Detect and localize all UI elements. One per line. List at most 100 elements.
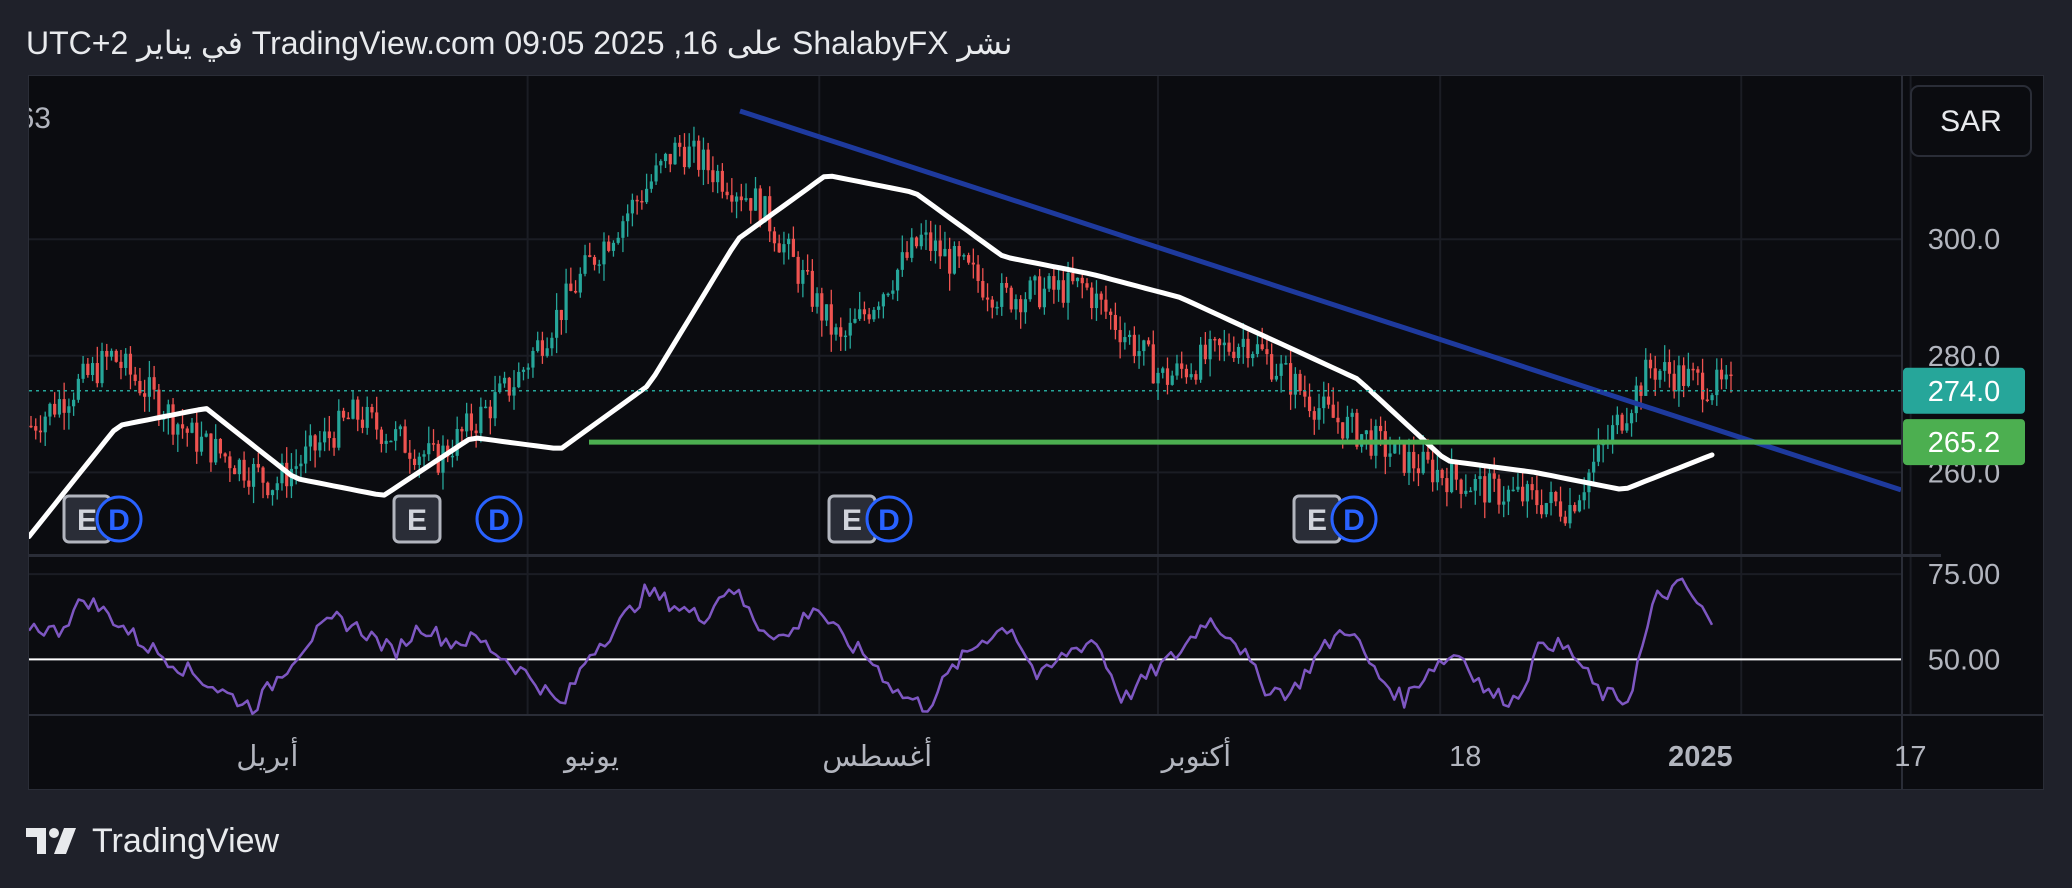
candle-body: [450, 455, 455, 458]
candle-body: [616, 237, 620, 243]
candle-body: [1052, 276, 1056, 290]
candle-body: [1653, 368, 1657, 380]
candle-body: [209, 433, 213, 463]
dividend-marker[interactable]: D: [95, 495, 143, 543]
candle-body: [853, 318, 857, 323]
candle-body: [1658, 370, 1662, 380]
candle-body: [1421, 451, 1425, 474]
candle-body: [1180, 363, 1184, 369]
candle-body: [465, 413, 469, 432]
candle-body: [1227, 342, 1231, 352]
candle-body: [777, 243, 781, 253]
candle-body: [952, 246, 956, 274]
candle-body: [654, 165, 658, 182]
candle-body: [299, 463, 303, 467]
candle-body: [1265, 349, 1269, 355]
candle-body: [1004, 282, 1009, 288]
currency-button[interactable]: SAR: [1910, 85, 2032, 157]
candle-body: [81, 363, 85, 379]
candle-body: [839, 327, 843, 337]
pane-separator[interactable]: [29, 554, 1941, 557]
candle-body: [711, 170, 715, 183]
candle-body: [545, 348, 549, 356]
candle-body: [431, 443, 436, 445]
candle-body: [270, 490, 275, 496]
candle-body: [100, 350, 104, 384]
candle-body: [1468, 490, 1473, 493]
candle-body: [507, 377, 511, 396]
candle-body: [109, 350, 114, 357]
publish-info-header: نشر ShalabyFX على TradingView.com 09:05 …: [26, 25, 1013, 61]
candle-body: [990, 299, 994, 308]
candle-body: [881, 294, 885, 307]
candle-body: [1416, 468, 1421, 474]
candle-body: [1667, 362, 1672, 374]
candle-body: [1535, 490, 1539, 506]
candle-body: [143, 393, 147, 397]
candle-body: [1208, 338, 1212, 360]
rsi-tick-label: 50.00: [1928, 644, 2001, 676]
candle-body: [1502, 501, 1506, 505]
candle-body: [327, 431, 331, 439]
candle-body: [697, 140, 701, 170]
candle-body: [791, 238, 795, 257]
candle-body: [1431, 459, 1435, 483]
marker-label: D: [1343, 504, 1365, 537]
candle-body: [1255, 344, 1260, 355]
candle-body: [1663, 362, 1667, 371]
marker-label: D: [108, 504, 130, 537]
candle-body: [720, 170, 724, 192]
earnings-marker[interactable]: E: [392, 494, 442, 544]
dividend-marker[interactable]: D: [475, 495, 523, 543]
currency-button-label[interactable]: SAR: [1940, 105, 2002, 138]
candle-body: [1615, 414, 1619, 426]
candle-body: [1648, 359, 1653, 369]
candle-body: [640, 200, 644, 203]
candle-body: [304, 446, 308, 464]
support-price-label: 265.2: [1928, 427, 2001, 459]
candle-body: [1137, 351, 1141, 357]
candle-body: [53, 403, 57, 415]
candle-body: [607, 241, 611, 251]
candle-body: [1554, 491, 1558, 502]
candle-body: [422, 454, 426, 457]
candle-body: [483, 406, 488, 409]
candle-body: [1568, 504, 1572, 524]
candle: [114, 349, 118, 363]
candle-body: [1582, 492, 1586, 501]
candle-body: [469, 413, 473, 431]
candle-body: [114, 350, 118, 362]
candle-body: [682, 146, 687, 168]
candle-body: [1260, 344, 1264, 350]
candle-body: [1407, 451, 1411, 473]
candle-body: [1322, 396, 1326, 409]
candle-body: [1142, 340, 1146, 352]
candle-body: [488, 406, 492, 419]
dividend-marker[interactable]: D: [1330, 495, 1378, 543]
candle-body: [810, 270, 814, 307]
candle-body: [1611, 425, 1615, 442]
candle-body: [294, 466, 298, 469]
support-price-tag: 265.2: [1903, 419, 2025, 466]
candle-body: [1682, 365, 1686, 386]
candle-body: [1023, 299, 1028, 313]
candle-body: [237, 459, 241, 475]
candle-body: [919, 234, 923, 247]
last-price-tag: 274.0: [1903, 367, 2025, 414]
chart-canvas[interactable]: EDEDEDED 300.0280.0260.0 75.0050.00 أبري…: [29, 76, 2043, 789]
candle-body: [948, 248, 952, 274]
candle-body: [251, 464, 256, 487]
candle-body: [611, 242, 616, 251]
chart-container[interactable]: EDEDEDED 300.0 280.0 260.0 75.00 50.00 أبري…: [28, 75, 2044, 790]
candle-body: [753, 188, 758, 211]
dividend-marker[interactable]: D: [865, 495, 913, 543]
candle-body: [801, 270, 805, 284]
marker-label: E: [407, 504, 427, 537]
candle-body: [1710, 395, 1714, 401]
candle-body: [394, 429, 398, 441]
candle-body: [900, 252, 904, 270]
candle-body: [152, 377, 156, 390]
candle-body: [540, 340, 545, 356]
candle-body: [706, 149, 710, 171]
candle-body: [1563, 516, 1567, 524]
